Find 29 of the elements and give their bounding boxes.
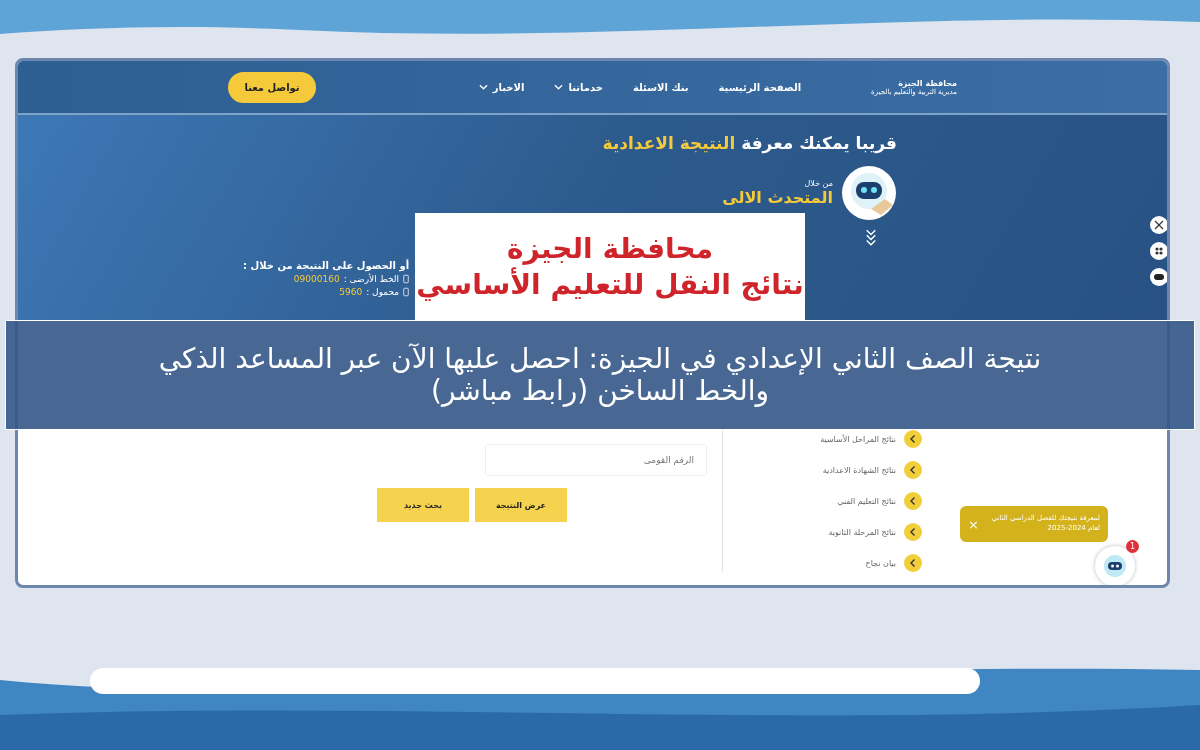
contact-button[interactable]: تواصل معنا xyxy=(228,71,316,103)
scroll-down-icon xyxy=(865,227,877,247)
nav-link[interactable]: بنك الاسئلة xyxy=(632,81,689,93)
hero-title: قريبا يمكنك معرفة النتيجة الاعدادية xyxy=(602,133,897,153)
action-button[interactable]: عرض النتيجة xyxy=(475,488,567,522)
phone-number: 09000160 xyxy=(293,274,340,284)
phone-number: 5960 xyxy=(339,287,363,297)
title-card-subheading: نتائج النقل للتعليم الأساسي xyxy=(416,267,804,303)
service-link[interactable]: نتائج المرحلة الثانوية xyxy=(828,527,896,537)
logo-title: محافظة الجيزة xyxy=(898,78,957,88)
chatbot-name: المتحدث الالى xyxy=(722,188,833,207)
notification-badge: 1 xyxy=(1126,540,1139,553)
grid-icon[interactable] xyxy=(1149,241,1167,261)
service-link[interactable]: نتائج التعليم الفني xyxy=(837,496,896,506)
phone-label: الخط الأرضى : xyxy=(343,274,400,284)
national-id-field[interactable]: الرقم القومى xyxy=(485,444,707,476)
headline-text: نتيجة الصف الثاني الإعدادي في الجيزة: احصل عليها الآن عبر المساعد الذكي والخط الساخن (رابط مباشر) xyxy=(157,342,1043,408)
service-link[interactable]: بيان نجاح xyxy=(865,558,896,568)
action-button[interactable]: بحث جديد xyxy=(377,488,469,522)
alternative-title: أو الحصول على النتيجة من خلال : xyxy=(243,260,410,271)
service-link[interactable]: نتائج الشهادة الاعدادية xyxy=(822,465,896,475)
nav-link[interactable]: الاخبار xyxy=(478,81,525,93)
title-card-heading: محافظة الجيزة xyxy=(507,230,714,267)
phone-label: محمول : xyxy=(366,287,400,297)
nav-link[interactable]: الصفحة الرئيسية xyxy=(718,81,802,93)
nav-link[interactable]: خدماتنا xyxy=(554,81,603,93)
robot-avatar-icon xyxy=(841,165,897,221)
via-label: من خلال xyxy=(804,179,833,188)
service-link[interactable]: نتائج المراحل الأساسية xyxy=(820,434,896,444)
